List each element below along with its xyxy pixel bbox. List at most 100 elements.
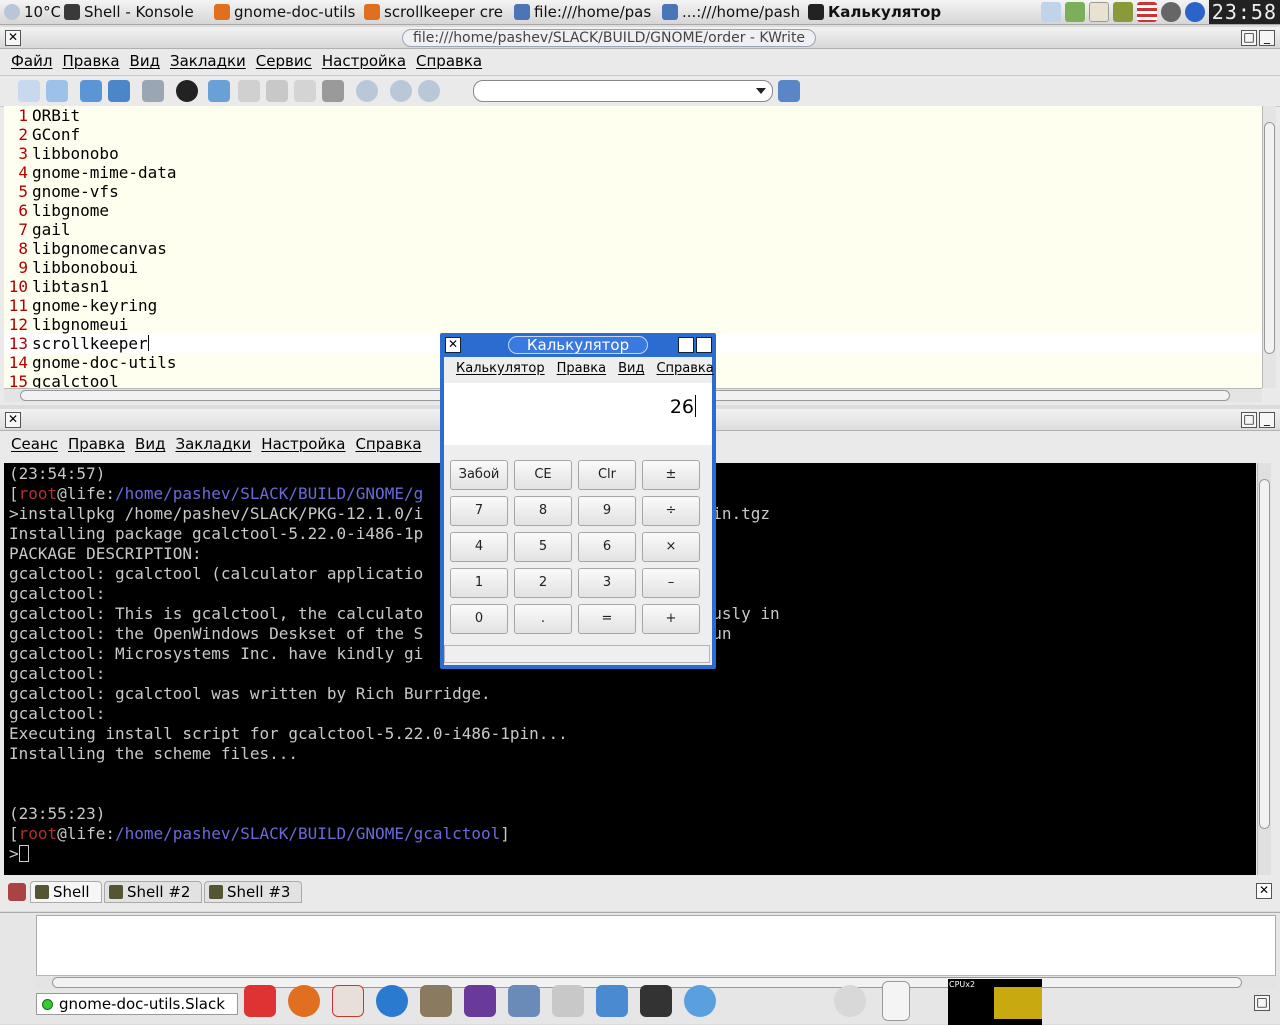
menu-item-4[interactable]: Сервис <box>251 52 317 70</box>
taskbar-task-1[interactable]: gnome-doc-utils <box>210 1 360 24</box>
menu-item-3[interactable]: Закладки <box>170 435 256 453</box>
calc-key[interactable]: – <box>642 568 700 598</box>
kwrite-titlebar[interactable]: ✕ file:///home/pashev/SLACK/BUILD/GNOME/… <box>0 27 1280 49</box>
scrollbar-thumb[interactable] <box>1264 122 1275 354</box>
calc-key[interactable]: ± <box>642 460 700 490</box>
calc-key[interactable]: ÷ <box>642 496 700 526</box>
calc-key[interactable]: Забой <box>450 460 508 490</box>
weather-applet[interactable]: 10°C <box>0 1 60 24</box>
us-flag-icon[interactable] <box>1136 2 1157 22</box>
clock[interactable]: 23:58 <box>1208 0 1280 24</box>
calc-key[interactable]: Clr <box>578 460 636 490</box>
home-folder-icon[interactable] <box>596 985 628 1017</box>
panel-task-button[interactable]: gnome-doc-utils.Slack <box>36 993 238 1015</box>
menu-item-6[interactable]: Справка <box>411 52 487 70</box>
calc-key[interactable]: 9 <box>578 496 636 526</box>
close-tab-icon[interactable]: ✕ <box>1256 883 1272 899</box>
editor-vertical-scrollbar[interactable] <box>1262 106 1276 388</box>
browser-tray-icon[interactable] <box>1184 2 1205 22</box>
undo-icon[interactable] <box>208 80 230 102</box>
calc-key[interactable]: + <box>642 604 700 634</box>
editor-line[interactable]: 11 gnome-keyring <box>4 296 1262 315</box>
chevron-down-icon[interactable] <box>756 88 766 94</box>
calc-key[interactable]: × <box>642 532 700 562</box>
cut-icon[interactable] <box>266 80 288 102</box>
office-icon[interactable] <box>464 985 496 1017</box>
menu-item-2[interactable]: Вид <box>125 52 165 70</box>
editor-line[interactable]: 7 gail <box>4 220 1262 239</box>
minimize-icon[interactable] <box>696 337 712 353</box>
editor-line[interactable]: 6 libgnome <box>4 201 1262 220</box>
menu-item-0[interactable]: Файл <box>6 52 57 70</box>
menu-item-0[interactable]: Сеанс <box>6 435 63 453</box>
calc-key[interactable]: . <box>514 604 572 634</box>
taskbar-task-0[interactable]: Shell - Konsole <box>60 1 210 24</box>
calc-key[interactable]: CE <box>514 460 572 490</box>
terminal-icon[interactable] <box>640 985 672 1017</box>
tab-shell-1[interactable]: Shell <box>30 881 102 903</box>
calc-key[interactable]: 3 <box>578 568 636 598</box>
editor-line[interactable]: 1 ORBit <box>4 106 1262 125</box>
calc-key[interactable]: 0 <box>450 604 508 634</box>
menu-item-4[interactable]: Настройка <box>256 435 350 453</box>
new-document-icon[interactable] <box>18 80 40 102</box>
clipboard-icon[interactable] <box>1064 2 1085 22</box>
save-icon[interactable] <box>80 80 102 102</box>
menu-item-1[interactable]: Правка <box>551 361 612 376</box>
editor-line[interactable]: 10 libtasn1 <box>4 277 1262 296</box>
kwrite-launcher-icon[interactable] <box>508 985 540 1017</box>
webcam-icon[interactable] <box>834 985 866 1017</box>
email-client-icon[interactable] <box>332 985 364 1017</box>
users-icon[interactable] <box>778 80 800 102</box>
taskbar-task-2[interactable]: scrollkeeper cre <box>360 1 510 24</box>
taskbar-task-4[interactable]: ...:///home/pash <box>658 1 804 24</box>
editor-line[interactable]: 8 libgnomecanvas <box>4 239 1262 258</box>
calc-key[interactable]: 4 <box>450 532 508 562</box>
menu-item-1[interactable]: Правка <box>57 52 124 70</box>
editor-line[interactable]: 9 libbonoboui <box>4 258 1262 277</box>
menu-item-5[interactable]: Настройка <box>317 52 411 70</box>
toolbar-combo[interactable] <box>473 80 773 102</box>
menu-item-2[interactable]: Вид <box>612 361 650 376</box>
zoom-out-icon[interactable] <box>418 80 440 102</box>
menu-item-2[interactable]: Вид <box>130 435 170 453</box>
calc-key[interactable]: 7 <box>450 496 508 526</box>
calculator-icon[interactable] <box>552 985 584 1017</box>
close-icon[interactable]: ✕ <box>5 30 21 46</box>
new-session-icon[interactable] <box>8 883 26 901</box>
messenger-icon[interactable] <box>376 985 408 1017</box>
firefox-icon[interactable] <box>288 985 320 1017</box>
editor-line[interactable]: 3 libbonobo <box>4 144 1262 163</box>
calc-key[interactable]: 1 <box>450 568 508 598</box>
kde-wallet-icon[interactable] <box>1160 2 1181 22</box>
window-list-icon[interactable]: □ <box>1254 995 1270 1011</box>
tab-shell-2[interactable]: Shell #2 <box>104 881 202 903</box>
maximize-icon[interactable]: □ <box>1241 412 1257 428</box>
panel-input-area[interactable] <box>36 915 1276 977</box>
notes-icon[interactable] <box>1088 2 1109 22</box>
terminal-scrollbar[interactable] <box>1257 463 1271 875</box>
close-icon[interactable]: ✕ <box>5 412 21 428</box>
close-icon[interactable]: ✕ <box>445 337 461 353</box>
copy-icon[interactable] <box>294 80 316 102</box>
zoom-in-icon[interactable] <box>390 80 412 102</box>
redo-icon[interactable] <box>238 80 260 102</box>
calc-key[interactable]: = <box>578 604 636 634</box>
help-icon[interactable] <box>684 985 716 1017</box>
calc-key[interactable]: 5 <box>514 532 572 562</box>
close-document-icon[interactable] <box>176 80 198 102</box>
taskbar-task-5[interactable]: Калькулятор <box>804 1 954 24</box>
mail-icon[interactable] <box>244 985 276 1017</box>
paste-icon[interactable] <box>322 80 344 102</box>
editor-line[interactable]: 2 GConf <box>4 125 1262 144</box>
menu-item-3[interactable]: Закладки <box>165 52 251 70</box>
calc-key[interactable]: 8 <box>514 496 572 526</box>
tab-shell-3[interactable]: Shell #3 <box>204 881 302 903</box>
taskbar-task-3[interactable]: file:///home/pas <box>510 1 658 24</box>
menu-item-1[interactable]: Правка <box>63 435 130 453</box>
save-as-icon[interactable] <box>108 80 130 102</box>
desktop-pager-icon[interactable] <box>882 981 910 1021</box>
open-document-icon[interactable] <box>46 80 68 102</box>
minimize-icon[interactable]: _ <box>1259 30 1275 46</box>
menu-item-3[interactable]: Справка <box>650 361 719 376</box>
